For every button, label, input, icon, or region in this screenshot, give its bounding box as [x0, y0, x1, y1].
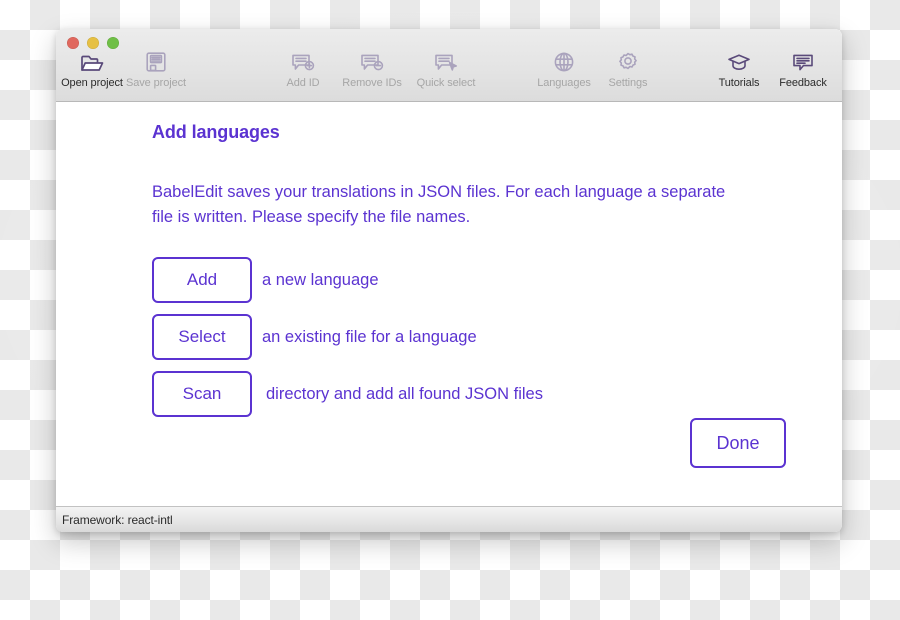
- screenshot-canvas: Open project Save project Add ID Remove …: [0, 0, 900, 620]
- toolbar-label: Feedback: [779, 77, 827, 89]
- toolbar-label: Remove IDs: [342, 77, 402, 89]
- window-toolbar: Open project Save project Add ID Remove …: [56, 29, 842, 102]
- toolbar-button-settings[interactable]: Settings: [597, 50, 659, 89]
- toolbar-button-languages[interactable]: Languages: [533, 50, 595, 89]
- minimize-button[interactable]: [87, 37, 99, 49]
- babeledit-window: Open project Save project Add ID Remove …: [56, 29, 842, 532]
- toolbar-label: Settings: [608, 77, 648, 89]
- graduation-cap-icon: [727, 50, 751, 74]
- choice-description: a new language: [262, 270, 379, 289]
- toolbar-button-remove-ids[interactable]: Remove IDs: [336, 50, 408, 89]
- choice-row-select: Select an existing file for a language: [152, 314, 543, 360]
- panel-description: BabelEdit saves your translations in JSO…: [152, 183, 726, 226]
- traffic-lights: [67, 37, 119, 49]
- toolbar-button-tutorials[interactable]: Tutorials: [708, 50, 770, 89]
- toolbar-label: Tutorials: [718, 77, 760, 89]
- toolbar-button-open-project[interactable]: Open project: [61, 50, 123, 89]
- toolbar-button-feedback[interactable]: Feedback: [772, 50, 834, 89]
- framework-status-text: Framework: react-intl: [62, 512, 173, 527]
- done-button-wrap: Done: [690, 418, 786, 468]
- choice-row-add: Add a new language: [152, 257, 543, 303]
- toolbar-label: Add ID: [286, 77, 320, 89]
- speech-bubble-lines-icon: [791, 50, 815, 74]
- globe-icon: [553, 50, 575, 74]
- toolbar-label: Quick select: [416, 77, 476, 89]
- speech-bubble-cursor-icon: [434, 50, 458, 74]
- speech-bubble-minus-icon: [360, 50, 384, 74]
- toolbar-label: Save project: [126, 77, 186, 89]
- toolbar-label: Languages: [537, 77, 591, 89]
- toolbar-group-config: Languages Settings: [533, 50, 659, 89]
- add-language-button[interactable]: Add: [152, 257, 252, 303]
- zoom-button[interactable]: [107, 37, 119, 49]
- toolbar-label: Open project: [61, 77, 123, 89]
- scan-directory-button[interactable]: Scan: [152, 371, 252, 417]
- folder-open-icon: [80, 50, 104, 74]
- choices-list: Add a new language Select an existing fi…: [152, 257, 543, 428]
- close-button[interactable]: [67, 37, 79, 49]
- choice-description: an existing file for a language: [262, 327, 477, 346]
- toolbar-group-help: Tutorials Feedback: [708, 50, 834, 89]
- choice-row-scan: Scan directory and add all found JSON fi…: [152, 371, 543, 417]
- toolbar-button-add-id[interactable]: Add ID: [272, 50, 334, 89]
- toolbar-button-quick-select[interactable]: Quick select: [410, 50, 482, 89]
- main-content: Add languages BabelEdit saves your trans…: [56, 102, 842, 506]
- add-languages-panel: Add languages BabelEdit saves your trans…: [152, 122, 786, 468]
- floppy-disk-icon: [145, 50, 167, 74]
- select-file-button[interactable]: Select: [152, 314, 252, 360]
- done-button[interactable]: Done: [690, 418, 786, 468]
- choice-description: directory and add all found JSON files: [266, 384, 543, 403]
- gear-icon: [617, 50, 639, 74]
- toolbar-button-save-project[interactable]: Save project: [125, 50, 187, 89]
- toolbar-group-project: Open project Save project: [61, 50, 187, 89]
- speech-bubble-plus-icon: [291, 50, 315, 74]
- page-title: Add languages: [152, 122, 280, 142]
- toolbar-items: Open project Save project Add ID Remove …: [56, 50, 842, 102]
- status-bar: Framework: react-intl: [56, 506, 842, 532]
- toolbar-group-ids: Add ID Remove IDs Quick select: [272, 50, 482, 89]
